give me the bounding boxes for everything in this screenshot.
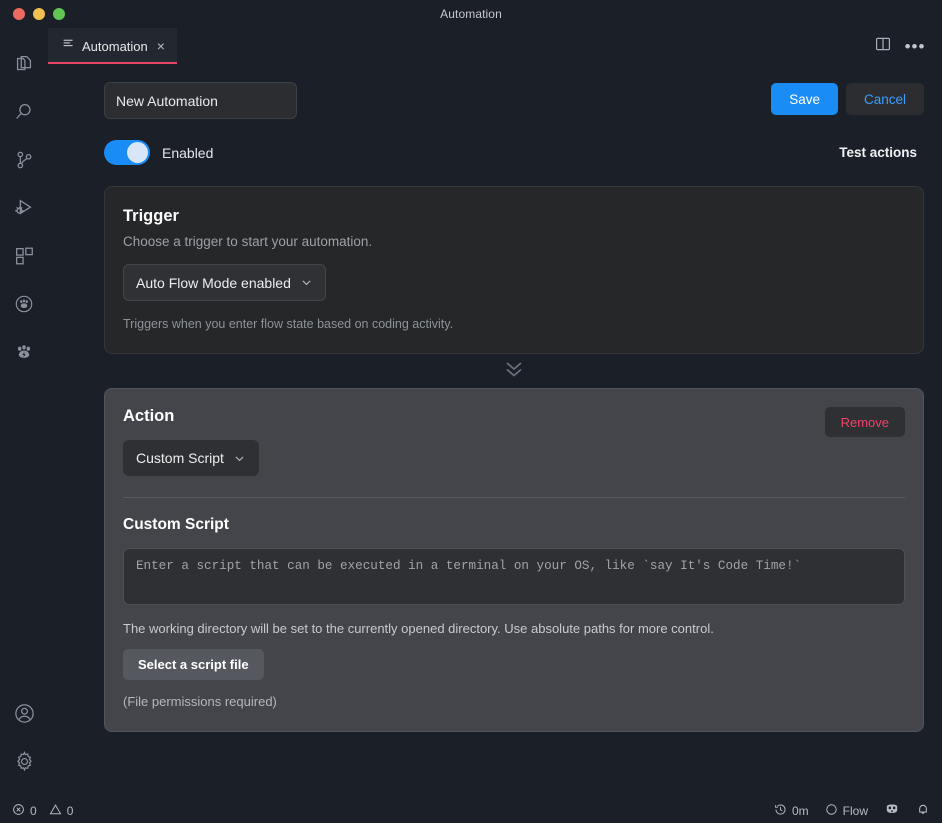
- select-script-file-button[interactable]: Select a script file: [123, 649, 264, 680]
- tab-bar: Automation × •••: [48, 28, 942, 64]
- trigger-select[interactable]: Auto Flow Mode enabled: [123, 264, 326, 301]
- sidebar-item-accounts[interactable]: [0, 692, 48, 740]
- trigger-select-value: Auto Flow Mode enabled: [136, 275, 291, 291]
- window-title: Automation: [0, 7, 942, 21]
- automation-header: Save Cancel: [104, 82, 924, 119]
- sidebar-item-search[interactable]: [0, 90, 48, 138]
- clock-history-icon: [774, 803, 787, 819]
- toggle-knob: [127, 142, 148, 163]
- sidebar-item-extensions[interactable]: [0, 234, 48, 282]
- search-icon: [13, 101, 35, 128]
- coding-time-value: 0m: [792, 804, 809, 818]
- account-icon: [13, 702, 36, 730]
- chevron-double-down-icon: [502, 358, 526, 385]
- test-actions-button[interactable]: Test actions: [839, 145, 917, 160]
- cancel-button[interactable]: Cancel: [846, 83, 924, 115]
- automation-window: Automation: [0, 0, 942, 823]
- warning-icon: [49, 803, 62, 819]
- header-buttons: Save Cancel: [771, 82, 924, 115]
- tab-automation[interactable]: Automation ×: [48, 28, 177, 64]
- close-icon[interactable]: ×: [157, 39, 165, 53]
- flow-label: Flow: [843, 804, 868, 818]
- title-bar: Automation: [0, 0, 942, 28]
- action-title: Action: [123, 407, 259, 426]
- trigger-title: Trigger: [123, 207, 901, 226]
- action-select[interactable]: Custom Script: [123, 440, 259, 476]
- more-actions-button[interactable]: •••: [902, 33, 928, 59]
- remove-action-button[interactable]: Remove: [825, 407, 905, 437]
- flow-status[interactable]: Flow: [825, 803, 868, 819]
- save-button[interactable]: Save: [771, 83, 838, 115]
- split-editor-icon: [875, 36, 891, 57]
- trigger-card: Trigger Choose a trigger to start your a…: [104, 186, 924, 354]
- sidebar-item-codeium-paw[interactable]: [0, 282, 48, 330]
- action-divider: [123, 497, 905, 498]
- file-permissions-note: (File permissions required): [123, 694, 905, 709]
- tab-label: Automation: [82, 39, 148, 54]
- chevron-down-icon: [233, 452, 246, 465]
- sidebar-item-settings[interactable]: [0, 740, 48, 788]
- gear-icon: [13, 750, 36, 778]
- sidebar-item-source-control[interactable]: [0, 138, 48, 186]
- status-bar: 0 0 0m: [0, 798, 942, 823]
- custom-script-title: Custom Script: [123, 516, 905, 534]
- copilot-status[interactable]: [884, 801, 900, 820]
- chevron-down-icon: [300, 276, 313, 289]
- activity-bar: [0, 28, 48, 798]
- enabled-toggle-group: Enabled: [104, 140, 213, 165]
- enabled-row: Enabled Test actions: [104, 140, 924, 165]
- enabled-toggle[interactable]: [104, 140, 150, 165]
- paw-bolt-icon: [13, 341, 35, 368]
- sidebar-item-run-and-debug[interactable]: [0, 186, 48, 234]
- lines-icon: [62, 37, 75, 55]
- problems-status[interactable]: 0 0: [12, 803, 73, 819]
- notifications-status[interactable]: [916, 802, 930, 819]
- editor-toolbar: •••: [870, 28, 942, 64]
- status-bar-right: 0m Flow: [774, 801, 930, 820]
- bell-icon: [916, 802, 930, 819]
- automation-name-input[interactable]: [104, 82, 297, 119]
- custom-script-input[interactable]: [123, 548, 905, 605]
- custom-script-note: The working directory will be set to the…: [123, 621, 905, 636]
- run-debug-icon: [13, 197, 35, 224]
- extensions-icon: [13, 245, 35, 272]
- action-left: Action Custom Script: [123, 407, 259, 476]
- action-header: Action Custom Script Remove: [123, 407, 905, 476]
- files-icon: [13, 53, 35, 80]
- error-icon: [12, 803, 25, 819]
- warning-count: 0: [67, 804, 74, 818]
- action-card: Action Custom Script Remove: [104, 388, 924, 732]
- circle-icon: [825, 803, 838, 819]
- coding-time-status[interactable]: 0m: [774, 803, 809, 819]
- enabled-label: Enabled: [162, 145, 213, 161]
- automation-editor-content: Save Cancel Enabled Test actions Tr: [48, 64, 942, 798]
- robot-icon: [884, 801, 900, 820]
- ellipsis-icon: •••: [905, 38, 926, 55]
- action-select-value: Custom Script: [136, 450, 224, 466]
- trigger-note: Triggers when you enter flow state based…: [123, 317, 901, 331]
- split-editor-button[interactable]: [870, 33, 896, 59]
- source-control-icon: [13, 149, 35, 176]
- error-count: 0: [30, 804, 37, 818]
- flow-connector: [104, 354, 924, 388]
- editor-area: Automation × •••: [48, 28, 942, 798]
- trigger-subtitle: Choose a trigger to start your automatio…: [123, 234, 901, 249]
- sidebar-item-codeium-flow[interactable]: [0, 330, 48, 378]
- sidebar-item-explorer[interactable]: [0, 42, 48, 90]
- paw-circle-icon: [13, 293, 35, 320]
